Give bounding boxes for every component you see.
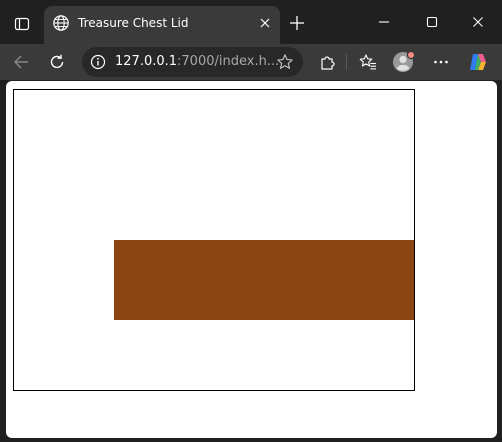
puzzle-icon — [321, 56, 335, 70]
copilot-button[interactable] — [464, 48, 492, 76]
minimize-button[interactable] — [370, 8, 398, 36]
tab-close-button[interactable] — [257, 15, 273, 31]
browser-window: Treasure Chest Lid 127.0.0.1:7000/index.… — [0, 0, 502, 442]
back-arrow-icon — [14, 55, 28, 69]
toolbar-divider — [346, 54, 347, 70]
plus-icon — [290, 16, 304, 30]
reload-icon — [50, 54, 64, 69]
address-url[interactable]: 127.0.0.1:7000/index.h... — [115, 54, 279, 70]
favorites-icon — [359, 54, 376, 70]
favorites-button[interactable] — [354, 48, 382, 76]
canvas-stage — [13, 89, 415, 391]
info-icon[interactable] — [90, 54, 106, 70]
globe-icon — [53, 15, 69, 31]
extensions-button[interactable] — [314, 48, 342, 76]
copilot-icon — [470, 54, 486, 70]
treasure-chest-lid — [114, 240, 414, 320]
close-icon — [473, 17, 483, 27]
browser-toolbar: 127.0.0.1:7000/index.h... — [0, 44, 502, 80]
tab-actions-icon — [14, 17, 30, 31]
page-viewport — [6, 81, 497, 438]
close-icon — [260, 18, 270, 28]
title-bar: Treasure Chest Lid — [0, 0, 502, 44]
close-window-button[interactable] — [464, 8, 492, 36]
back-button[interactable] — [7, 48, 35, 76]
tab-title: Treasure Chest Lid — [78, 16, 189, 30]
maximize-button[interactable] — [418, 8, 446, 36]
tab-active[interactable]: Treasure Chest Lid — [44, 6, 280, 44]
tab-actions-button[interactable] — [8, 10, 36, 38]
address-path: :7000/index.h... — [177, 54, 280, 69]
reload-button[interactable] — [43, 48, 71, 76]
address-bar[interactable]: 127.0.0.1:7000/index.h... — [82, 47, 303, 77]
profile-button[interactable] — [390, 48, 418, 76]
avatar — [393, 50, 416, 72]
new-tab-button[interactable] — [286, 12, 308, 34]
more-icon — [434, 60, 448, 64]
address-host: 127.0.0.1 — [115, 54, 178, 69]
star-icon[interactable] — [276, 53, 294, 71]
more-button[interactable] — [427, 48, 455, 76]
maximize-icon — [426, 16, 438, 28]
minimize-icon — [379, 21, 389, 23]
